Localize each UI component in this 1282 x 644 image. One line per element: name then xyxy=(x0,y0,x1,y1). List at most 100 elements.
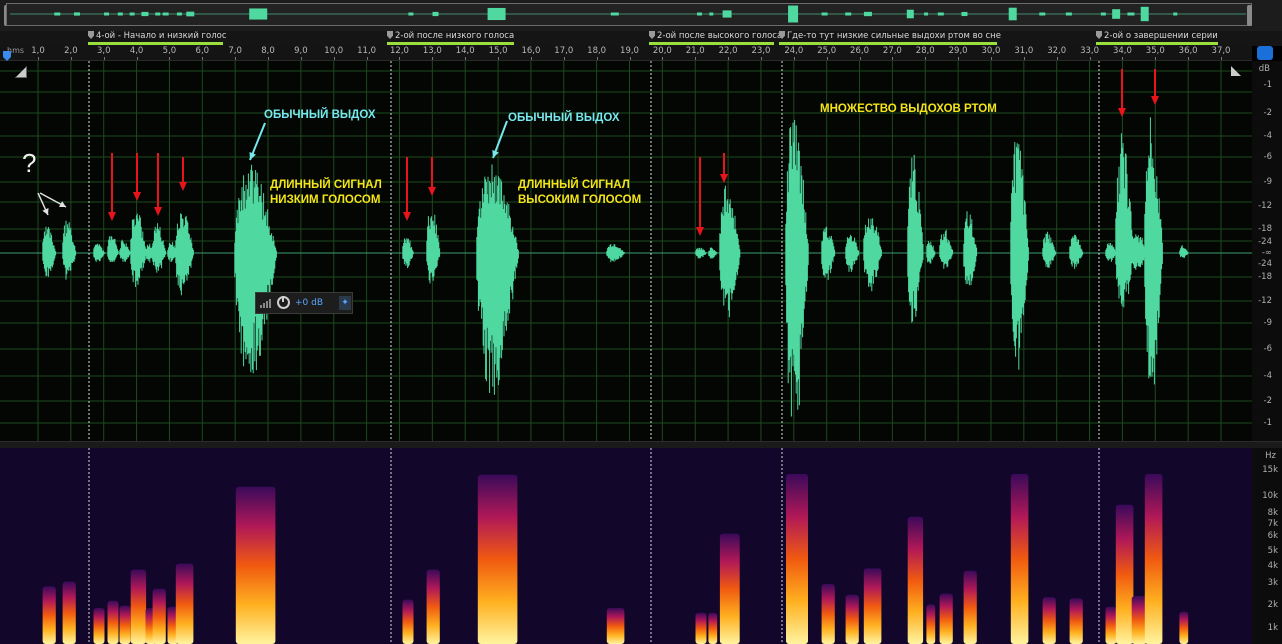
spectrogram-burst xyxy=(42,586,56,644)
overview-burst xyxy=(863,11,872,17)
time-ruler[interactable]: 1,0 2,0 3,0 4,0 5,0 6,0 7,0 8,0 9,0 10,0 11,0 12,0 1… xyxy=(0,46,1252,61)
ruler-tick-mark xyxy=(202,57,204,60)
marker-flag-icon xyxy=(387,31,393,39)
annotation-many-exhales: МНОЖЕСТВО ВЫДОХОВ РТОМ xyxy=(820,103,997,115)
marker-label: 4-ой - Начало и низкий голос xyxy=(96,31,227,41)
overview-burst xyxy=(722,10,732,18)
clip-volume-widget[interactable]: +0 dB ✦ xyxy=(255,292,353,314)
hz-scale: Hz 15k 10k 8k 7k 6k 5k 4k 3k 2k 1k xyxy=(1252,448,1282,644)
ruler-tick-mark xyxy=(662,57,664,60)
marker-3[interactable]: 2-ой после высокого голоса xyxy=(649,31,782,46)
overview-burst xyxy=(129,12,135,16)
ruler-tick-mark xyxy=(333,57,335,60)
annotation-normal-exhale-1: ОБЫЧНЫЙ ВЫДОХ xyxy=(264,109,376,121)
ruler-tick-label: 18,0 xyxy=(587,46,607,56)
db-tick-label: -24 xyxy=(1258,259,1272,269)
overview-burst xyxy=(432,11,439,17)
overview-burst xyxy=(141,11,149,17)
spectrogram-burst xyxy=(130,569,147,644)
ruler-tick-mark xyxy=(432,57,434,60)
spectrogram-burst xyxy=(708,612,718,644)
overview-burst xyxy=(937,12,944,16)
db-tick-label: -18 xyxy=(1258,224,1272,234)
ruler-tick-mark xyxy=(366,57,368,60)
hz-tick-label: 4k xyxy=(1267,561,1278,571)
overview-strip[interactable] xyxy=(0,0,1282,31)
overview-right-handle[interactable] xyxy=(1247,5,1252,26)
waveform-panel[interactable] xyxy=(0,61,1252,441)
waveform-burst xyxy=(130,213,147,287)
spectrogram-burst xyxy=(402,599,414,644)
spectrogram-burst xyxy=(786,474,808,644)
marker-2[interactable]: 2-ой после низкого голоса xyxy=(387,31,514,46)
ruler-tick-mark xyxy=(399,57,401,60)
marker-flag-icon xyxy=(779,31,785,39)
overview-burst xyxy=(1008,7,1017,21)
overview-burst xyxy=(788,5,799,23)
red-arrow-icon xyxy=(133,192,141,201)
db-tick-label: -9 xyxy=(1263,177,1272,187)
waveform-burst xyxy=(1115,133,1134,308)
spectrogram-burst xyxy=(1069,598,1083,644)
overview-burst xyxy=(1100,12,1106,16)
hz-tick-label: 10k xyxy=(1262,491,1278,501)
ruler-tick-mark xyxy=(70,57,72,60)
marker-flag-icon xyxy=(88,31,94,39)
db-tick-label: -9 xyxy=(1263,318,1272,328)
spectrogram-burst xyxy=(1042,597,1056,644)
ruler-tick-mark xyxy=(695,57,697,60)
marker-range-bar xyxy=(88,42,223,45)
marker-1[interactable]: 4-ой - Начало и низкий голос xyxy=(88,31,227,46)
ruler-tick-mark xyxy=(268,57,270,60)
annotation-question-mark: ? xyxy=(22,148,37,178)
waveform-burst xyxy=(606,244,625,263)
ruler-tick-mark xyxy=(1056,57,1058,60)
waveform-burst xyxy=(1069,234,1084,269)
overview-burst xyxy=(961,11,968,17)
marker-band: 4-ой - Начало и низкий голос 2-ой после … xyxy=(0,31,1282,46)
ruler-tick-mark xyxy=(1089,57,1091,60)
ruler-tick-label: 29,0 xyxy=(948,46,968,56)
marker-label: 2-ой после низкого голоса xyxy=(395,31,515,41)
spectrogram-burst xyxy=(821,584,835,644)
spectrogram-panel[interactable] xyxy=(0,448,1252,644)
db-tick-label: -∞ xyxy=(1261,248,1272,258)
spectrogram-burst xyxy=(1115,504,1134,644)
spectrogram-burst xyxy=(863,568,882,644)
ruler-tick-mark xyxy=(169,57,171,60)
hz-tick-label: 1k xyxy=(1267,623,1278,633)
ruler-tick-mark xyxy=(1023,57,1025,60)
hz-tick-label: 2k xyxy=(1267,600,1278,610)
gain-value[interactable]: +0 dB xyxy=(295,298,323,308)
power-knob-icon[interactable] xyxy=(277,296,290,309)
overview-burst xyxy=(155,12,161,16)
level-bars-icon xyxy=(260,299,271,308)
ruler-tick-label: 10,0 xyxy=(324,46,344,56)
overview-burst xyxy=(1065,12,1072,16)
spectrogram-burst xyxy=(907,516,924,644)
red-arrow-icon xyxy=(154,207,162,216)
ruler-tick-mark xyxy=(300,57,302,60)
marker-4[interactable]: Где-то тут низкие сильные выдохи ртом во… xyxy=(779,31,1001,46)
marker-range-bar xyxy=(779,42,997,45)
db-tick-label: -4 xyxy=(1263,131,1272,141)
ruler-tick-mark xyxy=(1122,57,1124,60)
pin-icon[interactable]: ✦ xyxy=(339,296,351,310)
overview-burst xyxy=(249,8,268,20)
red-arrow-icon xyxy=(403,212,411,221)
waveform-burst xyxy=(62,220,77,280)
waveform-burst xyxy=(907,154,924,323)
waveform-burst xyxy=(926,241,936,264)
db-tick-label: -6 xyxy=(1263,344,1272,354)
spectrogram-burst xyxy=(107,600,119,644)
overview-burst xyxy=(487,7,506,21)
waveform-burst xyxy=(1105,243,1117,262)
ruler-tick-label: 24,0 xyxy=(784,46,804,56)
waveform-burst xyxy=(695,247,707,259)
ruler-tick-label: 32,0 xyxy=(1047,46,1067,56)
spectrogram-burst xyxy=(1179,611,1189,644)
overview-burst xyxy=(117,12,123,16)
marker-5[interactable]: 2-ой о завершении серии xyxy=(1096,31,1218,46)
overview-burst xyxy=(176,12,182,16)
zoom-icon[interactable] xyxy=(1257,46,1273,60)
